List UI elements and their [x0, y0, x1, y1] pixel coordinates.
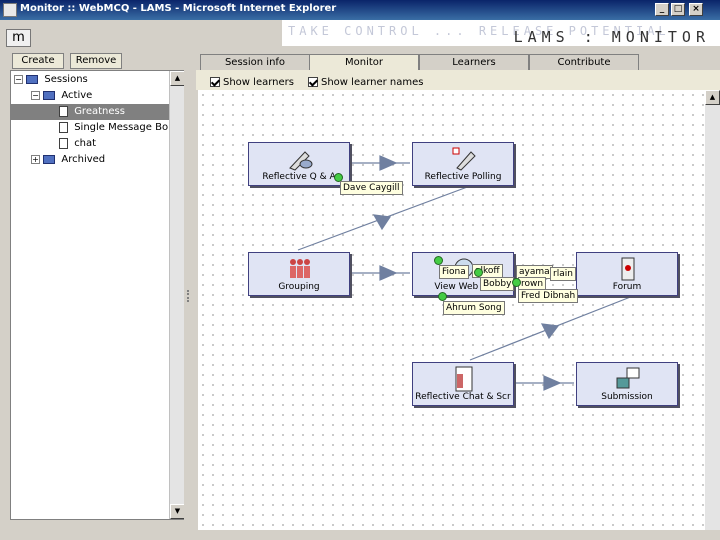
activity-grouping[interactable]: Grouping	[248, 252, 350, 296]
folder-open-icon	[26, 74, 39, 84]
tab-monitor[interactable]: Monitor	[309, 54, 419, 70]
tree-active[interactable]: − Active	[31, 88, 92, 103]
tree-archived[interactable]: + Archived	[31, 152, 105, 167]
forum-icon	[621, 257, 635, 281]
collapse-icon[interactable]: −	[14, 74, 23, 84]
learner-name-label: Fred Dibnah	[518, 289, 579, 303]
ie-icon	[3, 3, 17, 17]
tab-session-info[interactable]: Session info	[200, 54, 310, 70]
maximize-button[interactable]: □	[671, 3, 685, 16]
activity-forum[interactable]: Forum	[576, 252, 678, 296]
checkbox-icon[interactable]	[308, 77, 318, 87]
tree-item-greatness[interactable]: Greatness	[59, 104, 125, 119]
activity-reflective-chat[interactable]: Reflective Chat & Scr	[412, 362, 514, 406]
tab-contribute[interactable]: Contribute	[529, 54, 639, 70]
collapse-icon[interactable]: −	[31, 90, 40, 100]
status-bar	[196, 530, 720, 540]
lams-banner: TAKE CONTROL ... RELEASE POTENTIAL LAMS …	[282, 20, 720, 46]
close-button[interactable]: ×	[689, 3, 703, 16]
banner-app-name: LAMS : MONITOR	[513, 28, 710, 46]
reflective-qa-icon	[289, 151, 313, 171]
monitor-panel: Session info Monitor Learners Contribute…	[196, 50, 720, 540]
folder-icon	[43, 154, 56, 164]
reflective-polling-icon	[452, 147, 476, 171]
learner-name-label: Fiona	[439, 265, 469, 279]
expand-icon[interactable]: +	[31, 154, 40, 164]
learner-marker-icon[interactable]	[474, 268, 483, 277]
transition-arrow-icon	[379, 265, 398, 281]
learner-marker-icon[interactable]	[512, 278, 521, 287]
show-learner-names-checkbox[interactable]: Show learner names	[308, 76, 424, 90]
tree-scrollbar[interactable]: ▲ ▼	[169, 71, 184, 519]
tree-item-single-message[interactable]: Single Message Bo	[59, 120, 168, 135]
window-title: Monitor :: WebMCQ - LAMS - Microsoft Int…	[20, 3, 337, 14]
tree-item-chat[interactable]: chat	[59, 136, 96, 151]
remove-button[interactable]: Remove	[70, 53, 122, 69]
split-divider[interactable]	[184, 50, 196, 540]
learner-name-label: Ahrum Song	[443, 301, 505, 315]
minimize-button[interactable]: _	[655, 3, 669, 16]
transition-arrow-icon	[543, 375, 562, 391]
document-icon	[59, 137, 68, 149]
m-button[interactable]: m	[6, 29, 31, 47]
activity-submission[interactable]: Submission	[576, 362, 678, 406]
options-bar: Show learners Show learner names	[196, 70, 720, 90]
show-learners-checkbox[interactable]: Show learners	[210, 76, 294, 90]
sessions-panel: Create Remove − Sessions − Active Greatn…	[0, 50, 195, 540]
sequence-canvas[interactable]: Reflective Q & A Reflective Polling Grou…	[198, 90, 705, 538]
reflective-chat-icon	[455, 366, 473, 392]
document-icon	[59, 105, 68, 117]
learner-name-label: Bobby	[480, 277, 515, 291]
learner-name-label: Dave Caygill	[340, 181, 403, 195]
learner-name-label: rlain	[550, 267, 576, 281]
transition-arrow-icon	[379, 155, 398, 171]
grouping-icon	[290, 259, 310, 278]
checkbox-icon[interactable]	[210, 77, 220, 87]
learner-marker-icon[interactable]	[438, 292, 447, 301]
learner-marker-icon[interactable]	[434, 256, 443, 265]
tab-learners[interactable]: Learners	[419, 54, 529, 70]
grip-icon	[187, 290, 193, 302]
scroll-down-icon[interactable]: ▼	[170, 504, 184, 519]
folder-open-icon	[43, 90, 56, 100]
scroll-up-icon[interactable]: ▲	[705, 90, 720, 105]
document-icon	[59, 121, 68, 133]
window-titlebar: Monitor :: WebMCQ - LAMS - Microsoft Int…	[0, 0, 720, 20]
transition-arrow-icon	[372, 214, 392, 231]
create-button[interactable]: Create	[12, 53, 64, 69]
scroll-up-icon[interactable]: ▲	[170, 71, 184, 86]
activity-reflective-polling[interactable]: Reflective Polling	[412, 142, 514, 186]
tree-sessions[interactable]: − Sessions	[14, 72, 88, 87]
canvas-scrollbar[interactable]: ▲	[705, 90, 720, 540]
submission-icon	[616, 367, 640, 389]
session-tree: − Sessions − Active Greatness Single Mes…	[10, 70, 185, 520]
